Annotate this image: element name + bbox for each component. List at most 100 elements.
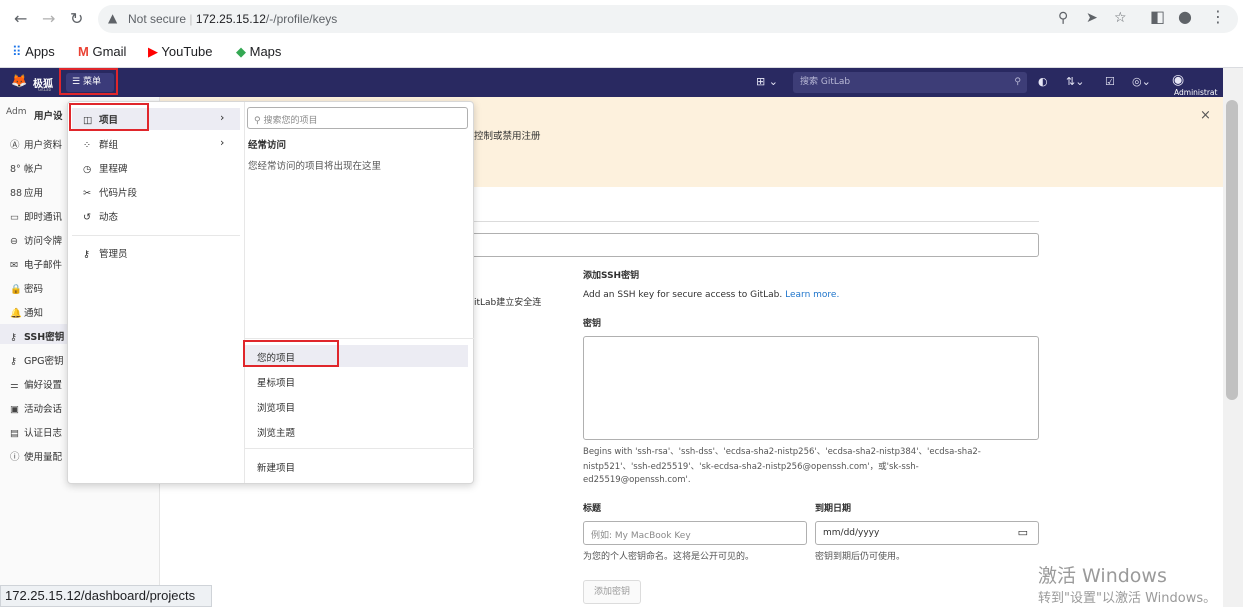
gitlab-logo-icon[interactable]: 🦊 bbox=[11, 74, 27, 89]
key-icon: ⚷ bbox=[10, 332, 17, 343]
browser-toolbar: ← → ↻ ▲ Not secure | 172.25.15.12/-/prof… bbox=[0, 0, 1243, 38]
title-help: 为您的个人密钥命名。这将是公开可见的。 bbox=[583, 552, 755, 562]
browser-status-bar: 172.25.15.12/dashboard/projects bbox=[0, 585, 212, 607]
banner-text: 控制或禁用注册 bbox=[474, 131, 541, 142]
title-label: 标题 bbox=[583, 504, 602, 514]
expiry-label: 到期日期 bbox=[815, 504, 852, 514]
url-host: 172.25.15.12 bbox=[195, 12, 266, 26]
gitlab-search[interactable]: 搜索 GitLab ⚲ bbox=[793, 72, 1027, 93]
profile-icon[interactable]: ● bbox=[1178, 7, 1192, 26]
bookmark-maps[interactable]: ◆ Maps bbox=[236, 44, 281, 60]
menu-item-activity[interactable]: ↺ 动态 bbox=[83, 209, 118, 223]
key-icon: ⚷ bbox=[83, 249, 90, 260]
account-icon: 8° bbox=[10, 164, 21, 175]
expiry-date-input[interactable]: mm/dd/yyyy ▭ bbox=[815, 521, 1039, 545]
snippet-icon: ✂ bbox=[83, 188, 91, 199]
zoom-icon[interactable]: ⚲ bbox=[1058, 10, 1068, 26]
sidebar-item-password[interactable]: 🔒 密码 bbox=[10, 281, 43, 295]
calendar-icon[interactable]: ▭ bbox=[1018, 526, 1028, 539]
menu-item-admin[interactable]: ⚷ 管理员 bbox=[83, 246, 128, 260]
sidebar-item-profile[interactable]: Ⓐ 用户资料 bbox=[10, 137, 62, 151]
sidebar-item-applications[interactable]: 88 应用 bbox=[10, 185, 43, 199]
sidebar-item-emails[interactable]: ✉ 电子邮件 bbox=[10, 257, 62, 271]
applications-icon: 88 bbox=[10, 188, 23, 199]
merge-requests-icon[interactable]: ⇅⌄ bbox=[1066, 75, 1084, 88]
send-icon[interactable]: ➤ bbox=[1086, 10, 1098, 26]
link-explore-projects[interactable]: 浏览项目 bbox=[257, 400, 295, 414]
sidepanel-icon[interactable]: ◧ bbox=[1150, 7, 1165, 26]
sidebar-item-gpg-keys[interactable]: ⚷ GPG密钥 bbox=[10, 353, 63, 367]
menu-item-groups[interactable]: ⁘ 群组 bbox=[83, 137, 118, 151]
scrollbar-thumb[interactable] bbox=[1226, 100, 1238, 400]
key-textarea[interactable] bbox=[583, 336, 1039, 440]
link-explore-topics[interactable]: 浏览主题 bbox=[257, 425, 295, 439]
sidebar-item-sessions[interactable]: ▣ 活动会话 bbox=[10, 401, 62, 415]
group-icon: ⁘ bbox=[83, 140, 91, 151]
key-help-line-2: nistp521'、'ssh-ed25519'、'sk-ecdsa-sha2-n… bbox=[583, 462, 919, 472]
star-icon[interactable]: ☆ bbox=[1114, 10, 1127, 26]
link-starred-projects[interactable]: 星标项目 bbox=[257, 375, 295, 389]
title-input[interactable]: 例如: My MacBook Key bbox=[583, 521, 807, 545]
token-icon: ⊖ bbox=[10, 236, 18, 247]
link-new-project[interactable]: 新建项目 bbox=[257, 460, 295, 474]
dropdown-column-divider bbox=[244, 102, 245, 483]
key-icon: ⚷ bbox=[10, 356, 17, 367]
user-icon: Ⓐ bbox=[10, 140, 20, 151]
gmail-icon: M bbox=[78, 44, 89, 59]
bookmark-youtube[interactable]: ▶ YouTube bbox=[148, 44, 212, 60]
preferences-icon: ⚌ bbox=[10, 380, 19, 391]
sidebar-item-tokens[interactable]: ⊖ 访问令牌 bbox=[10, 233, 62, 247]
sidebar-item-ssh-keys[interactable]: ⚷ SSH密钥 bbox=[10, 329, 64, 343]
apps-grid-icon: ⠿ bbox=[12, 44, 22, 59]
learn-more-link[interactable]: Learn more. bbox=[785, 290, 839, 300]
sidebar-item-preferences[interactable]: ⚌ 偏好设置 bbox=[10, 377, 62, 391]
help-icon[interactable]: ◎⌄ bbox=[1132, 75, 1151, 88]
sidebar-item-notifications[interactable]: 🔔 通知 bbox=[10, 305, 43, 319]
brand-sub: GitLab bbox=[38, 87, 51, 92]
user-name: Administrat bbox=[1174, 88, 1218, 97]
forward-icon[interactable]: → bbox=[42, 9, 55, 28]
sidebar-item-account[interactable]: 8° 帐户 bbox=[10, 161, 43, 175]
menu-item-snippets[interactable]: ✂ 代码片段 bbox=[83, 185, 137, 199]
bookmark-apps[interactable]: ⠿ Apps bbox=[12, 44, 55, 60]
todos-icon[interactable]: ☑ bbox=[1105, 75, 1115, 88]
project-search-input[interactable]: ⚲ 搜索您的项目 bbox=[247, 107, 468, 129]
dropdown-divider bbox=[72, 235, 240, 236]
activation-watermark-subtitle: 转到"设置"以激活 Windows。 bbox=[1038, 591, 1217, 606]
frequent-empty-text: 您经常访问的项目将出现在这里 bbox=[248, 161, 382, 172]
url-path: /-/profile/keys bbox=[265, 12, 338, 26]
user-avatar[interactable]: ◉ bbox=[1172, 72, 1184, 88]
close-icon[interactable]: × bbox=[1200, 108, 1211, 123]
issues-icon[interactable]: ◐ bbox=[1038, 75, 1048, 88]
gitlab-header: 🦊 极狐 GitLab ☰ 菜单 ⊞ ⌄ 搜索 GitLab ⚲ ◐ ⇅⌄ ☑ ◎… bbox=[0, 68, 1223, 97]
sidebar-item-auth-log[interactable]: ▤ 认证日志 bbox=[10, 425, 62, 439]
chevron-right-icon: › bbox=[220, 136, 225, 149]
dropdown-divider bbox=[245, 448, 474, 449]
highlight-your-projects bbox=[243, 340, 339, 367]
menu-item-milestones[interactable]: ◷ 里程碑 bbox=[83, 161, 128, 175]
address-bar[interactable]: ▲ Not secure | 172.25.15.12/-/profile/ke… bbox=[98, 5, 1238, 33]
create-new-icon[interactable]: ⊞ ⌄ bbox=[756, 75, 778, 88]
sidebar-item-chat[interactable]: ▭ 即时通讯 bbox=[10, 209, 62, 223]
lock-icon: 🔒 bbox=[10, 284, 22, 295]
sidebar-item-usage-quotas[interactable]: ⓘ 使用量配 bbox=[10, 449, 62, 463]
bookmarks-bar: ⠿ Apps M Gmail ▶ YouTube ◆ Maps bbox=[0, 38, 1243, 68]
search-keys-input[interactable] bbox=[474, 233, 1039, 257]
sidebar-title: 用户设 bbox=[34, 111, 63, 122]
add-key-button[interactable]: 添加密钥 bbox=[583, 580, 641, 604]
warning-icon: ▲ bbox=[108, 11, 118, 25]
log-icon: ▤ bbox=[10, 428, 19, 439]
menu-dropdown: ◫ 项目 › ⁘ 群组 › ◷ 里程碑 ✂ 代码片段 ↺ 动态 ⚷ 管理员 ⚲ 搜索您的项目… bbox=[67, 101, 474, 484]
dropdown-divider bbox=[245, 338, 474, 339]
maps-icon: ◆ bbox=[236, 44, 246, 59]
bookmark-gmail[interactable]: M Gmail bbox=[78, 44, 126, 59]
expiry-help: 密钥到期后仍可使用。 bbox=[815, 552, 906, 562]
kebab-menu-icon[interactable]: ⋮ bbox=[1210, 7, 1226, 26]
back-icon[interactable]: ← bbox=[14, 9, 27, 28]
session-icon: ▣ bbox=[10, 404, 19, 415]
key-label: 密钥 bbox=[583, 319, 602, 329]
reload-icon[interactable]: ↻ bbox=[70, 9, 83, 28]
activity-icon: ↺ bbox=[83, 212, 91, 223]
key-help-line-1: Begins with 'ssh-rsa'、'ssh-dss'、'ecdsa-s… bbox=[583, 447, 981, 457]
ssh-description-fragment: itLab建立安全连 bbox=[474, 298, 542, 308]
